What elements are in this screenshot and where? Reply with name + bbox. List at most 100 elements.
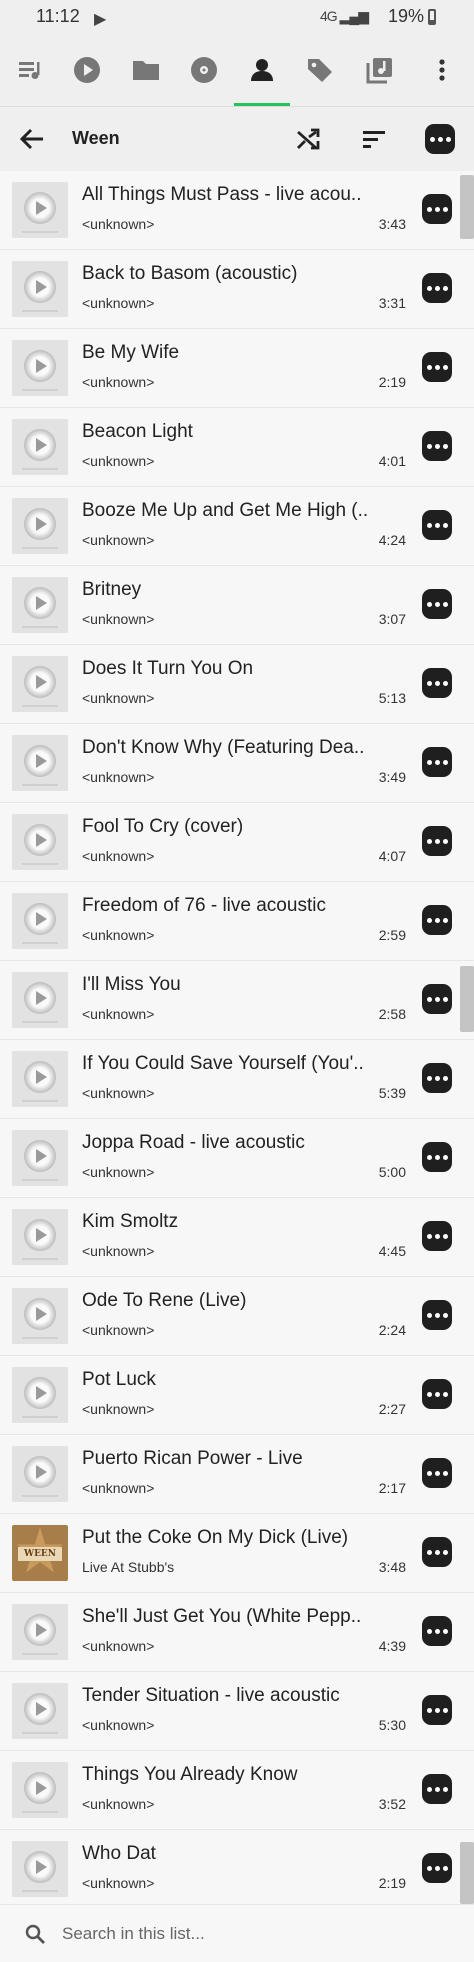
song-title: Ode To Rene (Live) — [82, 1290, 247, 1311]
play-disc-icon — [24, 1061, 56, 1093]
folders-tab[interactable] — [122, 48, 170, 92]
song-list[interactable]: All Things Must Pass - live acou.. <unkno… — [0, 171, 474, 1909]
scrollbar-thumb-bottom[interactable] — [460, 1842, 474, 1904]
song-row[interactable]: Back to Basom (acoustic) <unknown> 3:31 — [0, 250, 474, 329]
now-playing-tab[interactable] — [63, 48, 111, 92]
song-more-button[interactable] — [422, 194, 452, 224]
dot — [442, 1865, 448, 1871]
song-row[interactable]: Beacon Light <unknown> 4:01 — [0, 408, 474, 487]
song-row[interactable]: She'll Just Get You (White Pepp.. <unknow… — [0, 1593, 474, 1672]
dot — [442, 1707, 448, 1713]
song-row[interactable]: Don't Know Why (Featuring Dea.. <unknown>… — [0, 724, 474, 803]
song-more-button[interactable] — [422, 984, 452, 1014]
song-row[interactable]: Things You Already Know <unknown> 3:52 — [0, 1751, 474, 1830]
default-cover-thumbnail — [12, 893, 68, 949]
song-row[interactable]: Joppa Road - live acoustic <unknown> 5:00 — [0, 1119, 474, 1198]
song-more-button[interactable] — [422, 1853, 452, 1883]
default-cover-thumbnail — [12, 261, 68, 317]
back-button[interactable] — [12, 119, 52, 159]
song-more-button[interactable] — [422, 1774, 452, 1804]
song-more-button[interactable] — [422, 826, 452, 856]
song-title: Booze Me Up and Get Me High (.. — [82, 500, 369, 521]
signal-label: 4G — [320, 8, 338, 24]
overflow-menu-button[interactable] — [418, 48, 466, 92]
thumbnail-caption-line — [22, 1890, 58, 1892]
song-row[interactable]: Who Dat <unknown> 2:19 — [0, 1830, 474, 1909]
playlists-tab[interactable] — [356, 48, 404, 92]
song-row[interactable]: Does It Turn You On <unknown> 5:13 — [0, 645, 474, 724]
song-more-button[interactable] — [422, 352, 452, 382]
scrollbar-thumb-middle[interactable] — [460, 966, 474, 1032]
song-row[interactable]: Puerto Rican Power - Live <unknown> 2:17 — [0, 1435, 474, 1514]
song-title: Put the Coke On My Dick (Live) — [82, 1527, 349, 1548]
song-row[interactable]: I'll Miss You <unknown> 2:58 — [0, 961, 474, 1040]
song-album: <unknown> — [82, 1085, 155, 1101]
library-tab-bar — [0, 36, 474, 106]
tag-icon — [308, 59, 332, 82]
dot — [442, 285, 448, 291]
dot — [442, 364, 448, 370]
scrollbar-thumb-top[interactable] — [460, 175, 474, 239]
default-cover-thumbnail — [12, 1841, 68, 1897]
song-row[interactable]: All Things Must Pass - live acou.. <unkno… — [0, 171, 474, 250]
song-row[interactable]: Pot Luck <unknown> 2:27 — [0, 1356, 474, 1435]
song-more-button[interactable] — [422, 510, 452, 540]
song-more-button[interactable] — [422, 1379, 452, 1409]
dot — [434, 1075, 440, 1081]
song-row[interactable]: WEEN Put the Coke On My Dick (Live) Live A… — [0, 1514, 474, 1593]
song-more-button[interactable] — [422, 905, 452, 935]
song-title: Don't Know Why (Featuring Dea.. — [82, 737, 365, 758]
song-row[interactable]: Britney <unknown> 3:07 — [0, 566, 474, 645]
song-more-button[interactable] — [422, 1458, 452, 1488]
song-row[interactable]: Be My Wife <unknown> 2:19 — [0, 329, 474, 408]
dot — [426, 1470, 432, 1476]
song-more-button[interactable] — [422, 1221, 452, 1251]
thumbnail-caption-line — [22, 1416, 58, 1418]
albums-tab[interactable] — [180, 48, 228, 92]
song-more-button[interactable] — [422, 273, 452, 303]
song-more-button[interactable] — [422, 747, 452, 777]
song-more-button[interactable] — [422, 589, 452, 619]
queue-tab[interactable] — [6, 48, 54, 92]
song-row[interactable]: Freedom of 76 - live acoustic <unknown> 2:… — [0, 882, 474, 961]
song-more-button[interactable] — [422, 1616, 452, 1646]
song-album: <unknown> — [82, 690, 155, 706]
song-duration: 3:43 — [378, 216, 406, 232]
song-row[interactable]: If You Could Save Yourself (You'.. <unkno… — [0, 1040, 474, 1119]
song-title: If You Could Save Yourself (You'.. — [82, 1053, 364, 1074]
artists-tab[interactable] — [234, 48, 290, 106]
dot — [442, 996, 448, 1002]
shuffle-icon — [297, 128, 320, 150]
dot — [442, 601, 448, 607]
dot — [426, 759, 432, 765]
play-disc-icon — [24, 1456, 56, 1488]
thumbnail-caption-line — [22, 1495, 58, 1497]
song-row[interactable]: Ode To Rene (Live) <unknown> 2:24 — [0, 1277, 474, 1356]
song-row[interactable]: Fool To Cry (cover) <unknown> 4:07 — [0, 803, 474, 882]
song-title: Back to Basom (acoustic) — [82, 263, 298, 284]
song-more-button[interactable] — [422, 1695, 452, 1725]
genres-tab[interactable] — [296, 48, 344, 92]
search-input[interactable] — [60, 1919, 444, 1949]
song-more-button[interactable] — [422, 668, 452, 698]
dot — [434, 680, 440, 686]
song-more-button[interactable] — [422, 1142, 452, 1172]
song-album: <unknown> — [82, 295, 155, 311]
song-row[interactable]: Tender Situation - live acoustic <unknown… — [0, 1672, 474, 1751]
song-more-button[interactable] — [422, 1300, 452, 1330]
shuffle-button[interactable] — [288, 119, 328, 159]
dot — [434, 206, 440, 212]
sort-button[interactable] — [354, 119, 394, 159]
song-row[interactable]: Kim Smoltz <unknown> 4:45 — [0, 1198, 474, 1277]
thumbnail-caption-line — [22, 547, 58, 549]
toolbar-more-button[interactable] — [420, 119, 460, 159]
play-disc-icon — [24, 903, 56, 935]
song-more-button[interactable] — [422, 431, 452, 461]
song-title: Things You Already Know — [82, 1764, 298, 1785]
disc-icon — [191, 57, 217, 83]
dot — [434, 1233, 440, 1239]
song-more-button[interactable] — [422, 1537, 452, 1567]
song-row[interactable]: Booze Me Up and Get Me High (.. <unknown>… — [0, 487, 474, 566]
song-more-button[interactable] — [422, 1063, 452, 1093]
default-cover-thumbnail — [12, 1209, 68, 1265]
